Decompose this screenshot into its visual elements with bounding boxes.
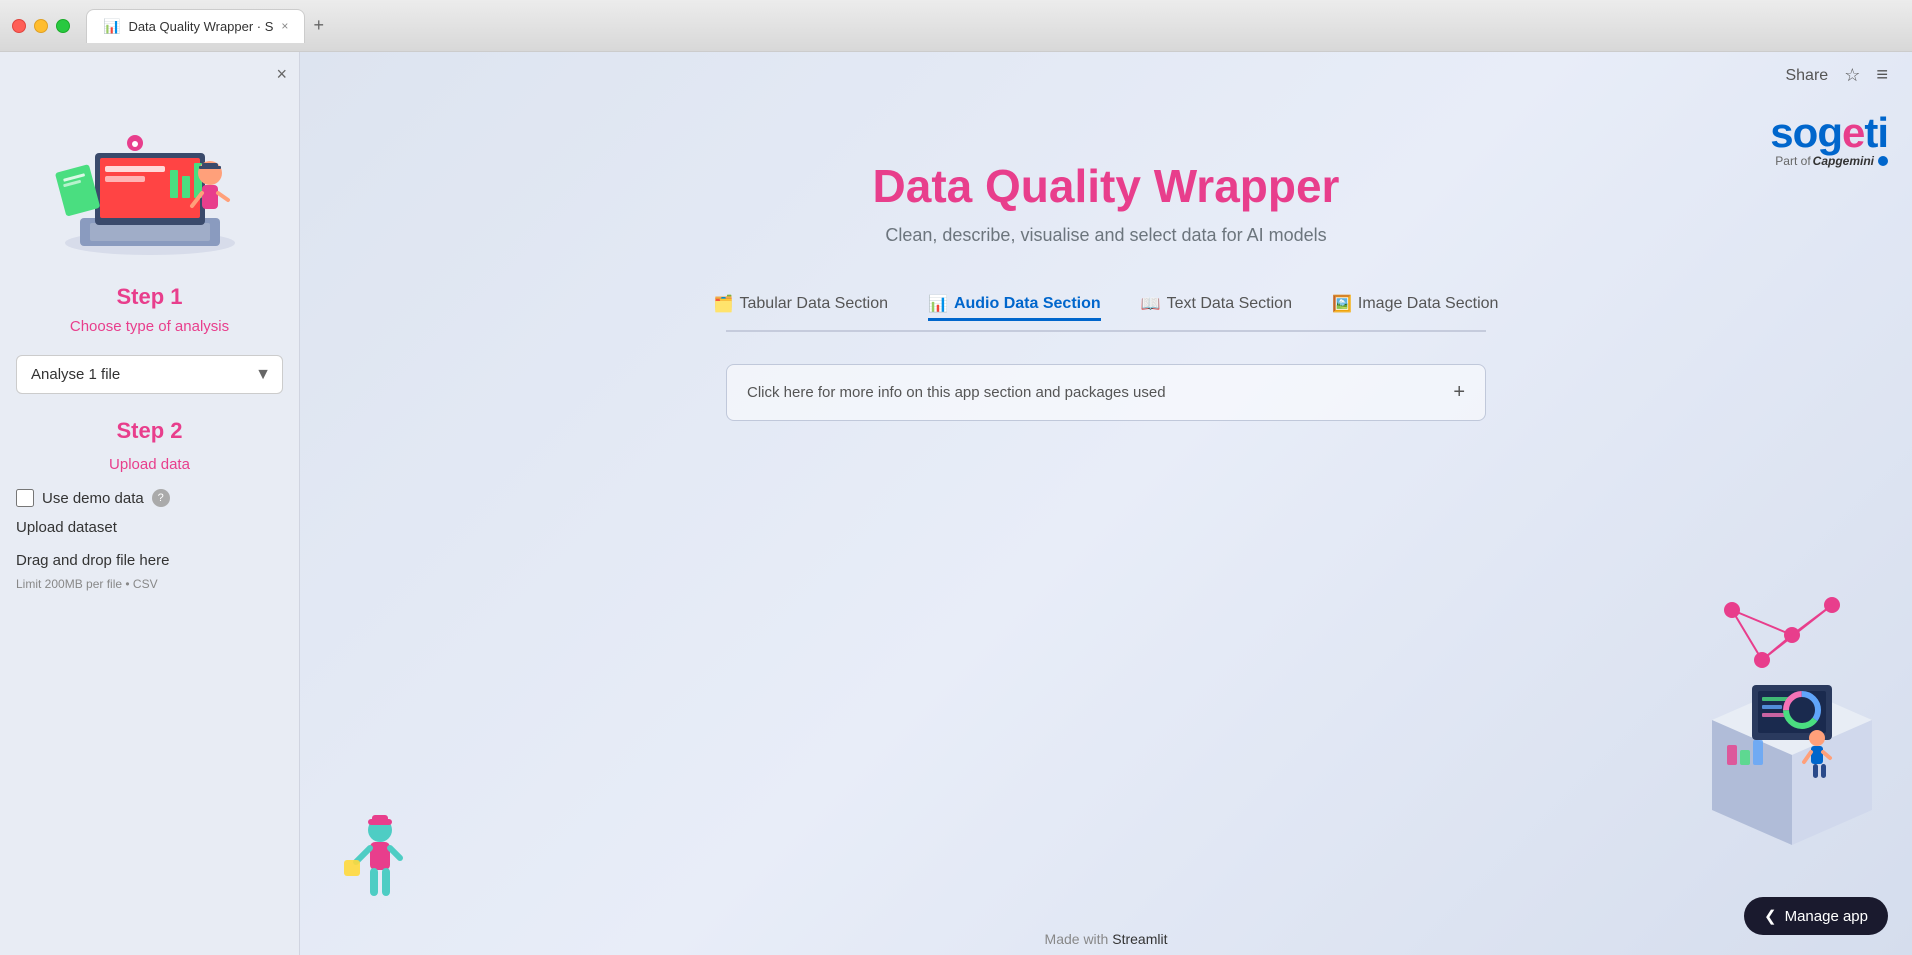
main-title: Data Quality Wrapper — [873, 159, 1340, 213]
image-label: Image Data Section — [1358, 295, 1499, 313]
part-of-text: Part of — [1775, 154, 1810, 168]
capgemini-dot — [1878, 156, 1888, 166]
demo-help-icon[interactable]: ? — [152, 489, 170, 507]
image-icon: 🖼️ — [1332, 294, 1352, 314]
tab-tabular-data[interactable]: 🗂️ Tabular Data Section — [714, 290, 888, 318]
menu-button[interactable]: ≡ — [1876, 64, 1888, 87]
manage-app-label: Manage app — [1785, 908, 1868, 925]
tab-close-button[interactable]: × — [281, 19, 288, 33]
sogeti-text: sogeti — [1770, 112, 1888, 154]
capgemini-label: Part of Capgemini — [1770, 154, 1888, 168]
close-traffic-light[interactable] — [12, 19, 26, 33]
tab-text-data[interactable]: 📖 Text Data Section — [1141, 290, 1292, 318]
text-label: Text Data Section — [1167, 295, 1292, 313]
sidebar-close-icon[interactable]: × — [276, 64, 287, 85]
analysis-type-dropdown[interactable]: Analyse 1 file Analyse 2 files — [16, 355, 283, 394]
header-bar: Share ☆ ≡ — [300, 52, 1912, 99]
streamlit-text: Streamlit — [1112, 931, 1167, 947]
step1-title: Step 1 — [116, 284, 182, 310]
audio-icon: 📊 — [928, 294, 948, 314]
demo-data-label: Use demo data — [42, 490, 144, 507]
sidebar: × — [0, 52, 300, 955]
info-box-text: Click here for more info on this app sec… — [747, 384, 1166, 401]
sidebar-illustration — [40, 88, 260, 268]
info-box[interactable]: Click here for more info on this app sec… — [726, 364, 1486, 421]
made-with-text: Made with — [1045, 931, 1109, 947]
footer: Made with Streamlit — [1045, 931, 1168, 947]
tabular-label: Tabular Data Section — [740, 295, 889, 313]
step1-subtitle: Choose type of analysis — [70, 318, 229, 335]
sogeti-logo: sogeti Part of Capgemini — [1770, 112, 1888, 168]
upload-dataset-label: Upload dataset — [16, 519, 283, 536]
maximize-traffic-light[interactable] — [56, 19, 70, 33]
capgemini-text: Capgemini — [1813, 154, 1874, 168]
browser-tab[interactable]: 📊 Data Quality Wrapper · S × — [86, 9, 305, 43]
main-subtitle: Clean, describe, visualise and select da… — [885, 225, 1326, 246]
drag-drop-sublabel: Limit 200MB per file • CSV — [16, 577, 283, 591]
analysis-type-dropdown-wrapper: Analyse 1 file Analyse 2 files ▼ — [16, 355, 283, 394]
tab-audio-data[interactable]: 📊 Audio Data Section — [928, 290, 1101, 321]
tabs-navigation: 🗂️ Tabular Data Section 📊 Audio Data Sec… — [726, 278, 1486, 332]
bottom-left-figure — [340, 810, 420, 925]
drag-drop-label: Drag and drop file here — [16, 552, 283, 569]
info-box-expand-icon: + — [1453, 381, 1465, 404]
main-content: Share ☆ ≡ sogeti Part of Capgemini Data … — [300, 52, 1912, 955]
tabular-icon: 🗂️ — [714, 294, 734, 314]
tab-title: Data Quality Wrapper · S — [128, 19, 273, 34]
tab-bar: 📊 Data Quality Wrapper · S × + — [86, 9, 1900, 43]
new-tab-button[interactable]: + — [305, 11, 332, 40]
browser-chrome: 📊 Data Quality Wrapper · S × + — [0, 0, 1912, 52]
minimize-traffic-light[interactable] — [34, 19, 48, 33]
share-button[interactable]: Share — [1785, 67, 1828, 85]
manage-app-arrow: ❮ — [1764, 907, 1777, 925]
bottom-right-figure — [1632, 590, 1892, 935]
demo-data-row: Use demo data ? — [16, 489, 283, 507]
star-button[interactable]: ☆ — [1844, 65, 1860, 86]
app-container: × — [0, 52, 1912, 955]
traffic-lights — [12, 19, 70, 33]
manage-app-button[interactable]: ❮ Manage app — [1744, 897, 1888, 935]
text-icon: 📖 — [1141, 294, 1161, 314]
tab-favicon: 📊 — [103, 18, 120, 35]
tab-image-data[interactable]: 🖼️ Image Data Section — [1332, 290, 1498, 318]
upload-label: Upload data — [109, 456, 190, 473]
audio-label: Audio Data Section — [954, 295, 1101, 313]
step2-title: Step 2 — [116, 418, 182, 444]
demo-data-checkbox[interactable] — [16, 489, 34, 507]
